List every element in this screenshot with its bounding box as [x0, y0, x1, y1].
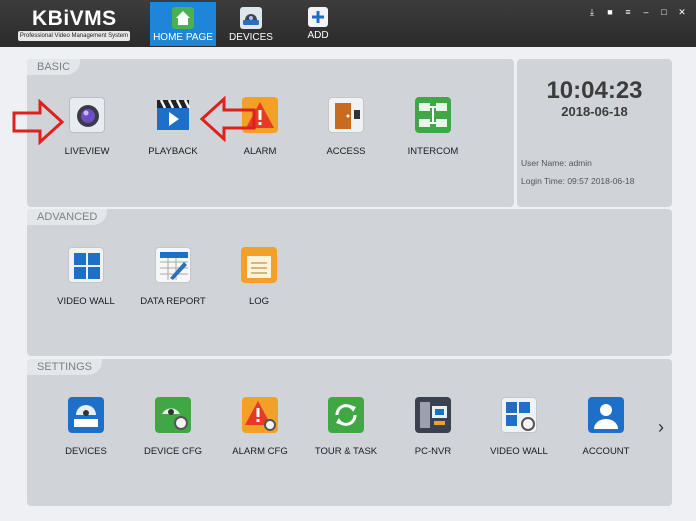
tab-home-page[interactable]: HOME PAGE — [150, 2, 216, 46]
logo-subtitle: Professional Video Management System — [18, 31, 130, 41]
lock-icon[interactable]: ■ — [604, 6, 616, 18]
warning-gear-icon — [242, 397, 278, 433]
title-bar: KBiVMS Professional Video Management Sys… — [0, 0, 696, 47]
pc-nvr-icon — [415, 397, 451, 433]
tile-pc-nvr[interactable]: PC-NVR — [388, 397, 478, 457]
logo-text: KBiVMS — [32, 7, 117, 30]
tile-label: ALARM CFG — [232, 446, 288, 457]
tile-label: VIDEO WALL — [490, 446, 548, 457]
tile-account[interactable]: ACCOUNT — [561, 397, 651, 457]
tile-label: VIDEO WALL — [57, 296, 115, 307]
tab-devices[interactable]: DEVICES — [218, 2, 284, 46]
refresh-icon — [328, 397, 364, 433]
tile-intercom[interactable]: INTERCOM — [388, 97, 478, 157]
tile-video-wall[interactable]: VIDEO WALL — [41, 247, 131, 307]
intercom-icon — [415, 97, 451, 133]
tab-label: HOME PAGE — [153, 32, 213, 43]
tab-label: ADD — [307, 30, 329, 41]
home-icon — [172, 7, 194, 29]
tile-label: ACCESS — [326, 146, 366, 157]
tile-label: LOG — [248, 296, 270, 307]
annotation-arrow-left-icon — [200, 96, 256, 142]
login-time-value: 09:57 2018-06-18 — [567, 176, 635, 186]
camera-gear-icon — [155, 397, 191, 433]
tile-label: PLAYBACK — [148, 146, 198, 157]
clock-panel: 10:04:23 2018-06-18 User Name: admin Log… — [517, 59, 672, 207]
section-header: SETTINGS — [27, 359, 103, 375]
tile-device-cfg[interactable]: DEVICE CFG — [128, 397, 218, 457]
home-content: BASIC LIVEVIEW PLAYBACK ALARM ACCESS INT… — [0, 47, 696, 521]
chevron-right-icon[interactable]: › — [658, 417, 664, 438]
device-camera-icon — [240, 7, 262, 29]
menu-icon[interactable]: ≡ — [622, 6, 634, 18]
user-icon — [588, 397, 624, 433]
tile-log[interactable]: LOG — [214, 247, 304, 307]
tab-label: DEVICES — [229, 32, 273, 43]
basic-panel: BASIC LIVEVIEW PLAYBACK ALARM ACCESS INT… — [27, 59, 514, 207]
tile-label: TOUR & TASK — [314, 446, 378, 457]
section-header: ADVANCED — [27, 209, 108, 225]
tile-access[interactable]: ACCESS — [301, 97, 391, 157]
tile-video-wall-cfg[interactable]: VIDEO WALL — [474, 397, 564, 457]
close-icon[interactable]: ✕ — [676, 6, 688, 18]
tile-alarm-cfg[interactable]: ALARM CFG — [215, 397, 305, 457]
video-wall-gear-icon — [501, 397, 537, 433]
clock-date: 2018-06-18 — [561, 104, 628, 119]
clapperboard-play-icon — [155, 97, 191, 133]
tile-label: LIVEVIEW — [64, 146, 110, 157]
restore-icon[interactable]: □ — [658, 6, 670, 18]
video-wall-icon — [68, 247, 104, 283]
login-time-label: Login Time: — [521, 176, 565, 186]
app-logo: KBiVMS Professional Video Management Sys… — [18, 5, 130, 43]
tile-label: INTERCOM — [407, 146, 459, 157]
tile-label: PC-NVR — [414, 446, 452, 457]
user-name-line: User Name: admin — [521, 158, 592, 168]
tile-label: ACCOUNT — [582, 446, 630, 457]
tile-tour-task[interactable]: TOUR & TASK — [301, 397, 391, 457]
tab-add[interactable]: ADD — [285, 2, 351, 46]
window-controls: ⤓ ■ ≡ – □ ✕ — [586, 6, 688, 20]
log-icon — [241, 247, 277, 283]
report-icon — [155, 247, 191, 283]
door-icon — [328, 97, 364, 133]
download-icon[interactable]: ⤓ — [586, 6, 598, 18]
dome-camera-icon — [68, 397, 104, 433]
clock-time: 10:04:23 — [546, 77, 643, 104]
advanced-panel: ADVANCED VIDEO WALL DATA REPORT LOG — [27, 209, 672, 356]
minimize-icon[interactable]: – — [640, 6, 652, 18]
tile-label: DEVICES — [65, 446, 107, 457]
tile-label: DEVICE CFG — [143, 446, 203, 457]
user-name-value: admin — [568, 158, 592, 168]
login-time-line: Login Time: 09:57 2018-06-18 — [521, 176, 634, 186]
settings-panel: SETTINGS DEVICES DEVICE CFG ALARM CFG TO… — [27, 359, 672, 506]
section-header: BASIC — [27, 59, 81, 75]
tile-label: ALARM — [243, 146, 277, 157]
tile-label: DATA REPORT — [140, 296, 206, 307]
annotation-arrow-right-icon — [12, 99, 64, 145]
plus-icon — [308, 7, 328, 27]
tile-data-report[interactable]: DATA REPORT — [128, 247, 218, 307]
tile-devices[interactable]: DEVICES — [41, 397, 131, 457]
camera-lens-icon — [69, 97, 105, 133]
user-name-label: User Name: — [521, 158, 567, 168]
